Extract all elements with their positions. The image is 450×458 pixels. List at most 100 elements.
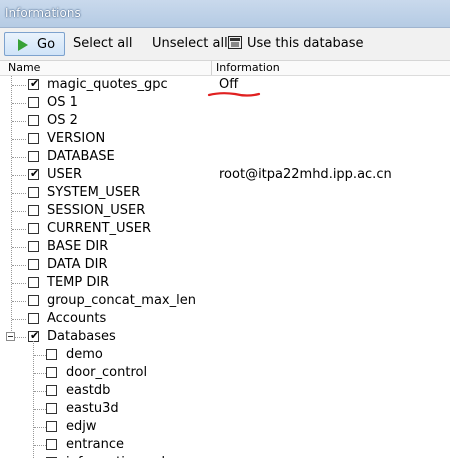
database-checkbox[interactable] [46, 367, 57, 378]
tree-item-checkbox[interactable] [28, 151, 39, 162]
use-database-label: Use this database [247, 36, 364, 51]
tree-branch-line [12, 157, 26, 158]
collapse-toggle-icon[interactable] [6, 332, 15, 341]
tree-row[interactable]: group_concat_max_len [0, 292, 450, 310]
tree-branch-line [34, 427, 46, 428]
database-checkbox[interactable] [46, 349, 57, 360]
database-row[interactable]: eastu3d [0, 400, 450, 418]
tree-item-name: OS 2 [47, 113, 78, 128]
database-name: entrance [66, 437, 125, 452]
tree-item-name: USER [47, 167, 83, 182]
tree-row[interactable]: DATA DIR [0, 256, 450, 274]
title-bar: Informations [0, 0, 450, 28]
tree-branch-line [12, 301, 26, 302]
tree-item-checkbox[interactable] [28, 277, 39, 288]
database-checkbox[interactable] [46, 403, 57, 414]
go-label: Go [37, 37, 56, 52]
information-tree: ✔ magic_quotes_gpc Off OS 1 OS 2 VERSION DATAB… [0, 76, 450, 458]
database-checkbox[interactable] [46, 439, 57, 450]
tree-item-checkbox[interactable] [28, 115, 39, 126]
tree-item-checkbox[interactable] [28, 97, 39, 108]
tree-row[interactable]: SESSION_USER [0, 202, 450, 220]
tree-branch-line [12, 139, 26, 140]
database-name: eastdb [66, 383, 111, 398]
tree-item-name: group_concat_max_len [47, 293, 196, 308]
tree-item-checkbox[interactable] [28, 205, 39, 216]
tree-row[interactable]: OS 2 [0, 112, 450, 130]
tree-branch-line [34, 391, 46, 392]
tree-row[interactable]: TEMP DIR [0, 274, 450, 292]
database-row[interactable]: entrance [0, 436, 450, 454]
tree-row[interactable]: VERSION [0, 130, 450, 148]
tree-branch-line [12, 85, 26, 86]
tree-branch-line [34, 373, 46, 374]
checkmark-icon: ✔ [30, 77, 40, 90]
database-checkbox[interactable] [46, 421, 57, 432]
tree-branch-line [12, 265, 26, 266]
database-row[interactable]: door_control [0, 364, 450, 382]
window-title: Informations [5, 6, 81, 20]
column-name-header[interactable]: Name [8, 61, 40, 75]
red-underline-annotation [207, 92, 261, 97]
tree-item-checkbox[interactable] [28, 295, 39, 306]
tree-branch-line [12, 175, 26, 176]
tree-item-checkbox[interactable]: ✔ [28, 77, 39, 90]
checkmark-icon: ✔ [30, 167, 40, 180]
unselect-all-button[interactable]: Unselect all [152, 32, 228, 56]
database-row[interactable]: eastdb [0, 382, 450, 400]
tree-row[interactable]: SYSTEM_USER [0, 184, 450, 202]
tree-item-name: SESSION_USER [47, 203, 146, 218]
tree-item-checkbox[interactable] [28, 223, 39, 234]
database-window-icon [228, 36, 242, 49]
tree-item-name: BASE DIR [47, 239, 109, 254]
tree-branch-line [12, 247, 26, 248]
informations-window: Informations Go Select all Unselect all … [0, 0, 450, 458]
tree-item-name: CURRENT_USER [47, 221, 152, 236]
tree-header: Name Information [0, 61, 450, 76]
database-row[interactable]: information_schema [0, 454, 450, 458]
tree-item-name: TEMP DIR [47, 275, 110, 290]
database-name: edjw [66, 419, 97, 434]
tree-branch-line [34, 355, 46, 356]
tree-item-name: DATABASE [47, 149, 115, 164]
tree-item-name: Databases [47, 329, 116, 344]
database-name: door_control [66, 365, 148, 380]
select-all-button[interactable]: Select all [73, 32, 132, 56]
tree-branch-line [12, 319, 26, 320]
database-name: demo [66, 347, 103, 362]
tree-item-name: VERSION [47, 131, 106, 146]
tree-row[interactable]: BASE DIR [0, 238, 450, 256]
tree-item-checkbox[interactable] [28, 313, 39, 324]
checkmark-icon: ✔ [30, 329, 40, 342]
tree-branch-line [12, 283, 26, 284]
tree-item-name: Accounts [47, 311, 107, 326]
go-button[interactable]: Go [4, 32, 65, 56]
column-separator[interactable] [211, 61, 212, 75]
tree-branch-line [34, 409, 46, 410]
tree-branch-line [12, 193, 26, 194]
database-checkbox[interactable] [46, 385, 57, 396]
tree-item-checkbox[interactable] [28, 187, 39, 198]
tree-row[interactable]: DATABASE [0, 148, 450, 166]
tree-item-name: OS 1 [47, 95, 78, 110]
database-name: information_schema [66, 454, 198, 458]
tree-item-checkbox[interactable] [28, 133, 39, 144]
tree-branch-line [12, 229, 26, 230]
column-information-header[interactable]: Information [216, 61, 280, 75]
play-icon [18, 39, 28, 51]
tree-row[interactable]: CURRENT_USER [0, 220, 450, 238]
tree-row[interactable]: ✔ Databases [0, 328, 450, 346]
database-row[interactable]: demo [0, 346, 450, 364]
tree-item-information: root@itpa22mhd.ipp.ac.cn [219, 167, 392, 182]
tree-branch-line [12, 103, 26, 104]
database-name: eastu3d [66, 401, 119, 416]
database-row[interactable]: edjw [0, 418, 450, 436]
tree-item-name: magic_quotes_gpc [47, 77, 168, 92]
tree-item-checkbox[interactable] [28, 259, 39, 270]
tree-row[interactable]: ✔ USER root@itpa22mhd.ipp.ac.cn [0, 166, 450, 184]
tree-row[interactable]: Accounts [0, 310, 450, 328]
tree-item-checkbox[interactable]: ✔ [28, 167, 39, 180]
tree-item-checkbox[interactable] [28, 241, 39, 252]
tree-branch-line [12, 211, 26, 212]
minus-icon [8, 336, 13, 337]
